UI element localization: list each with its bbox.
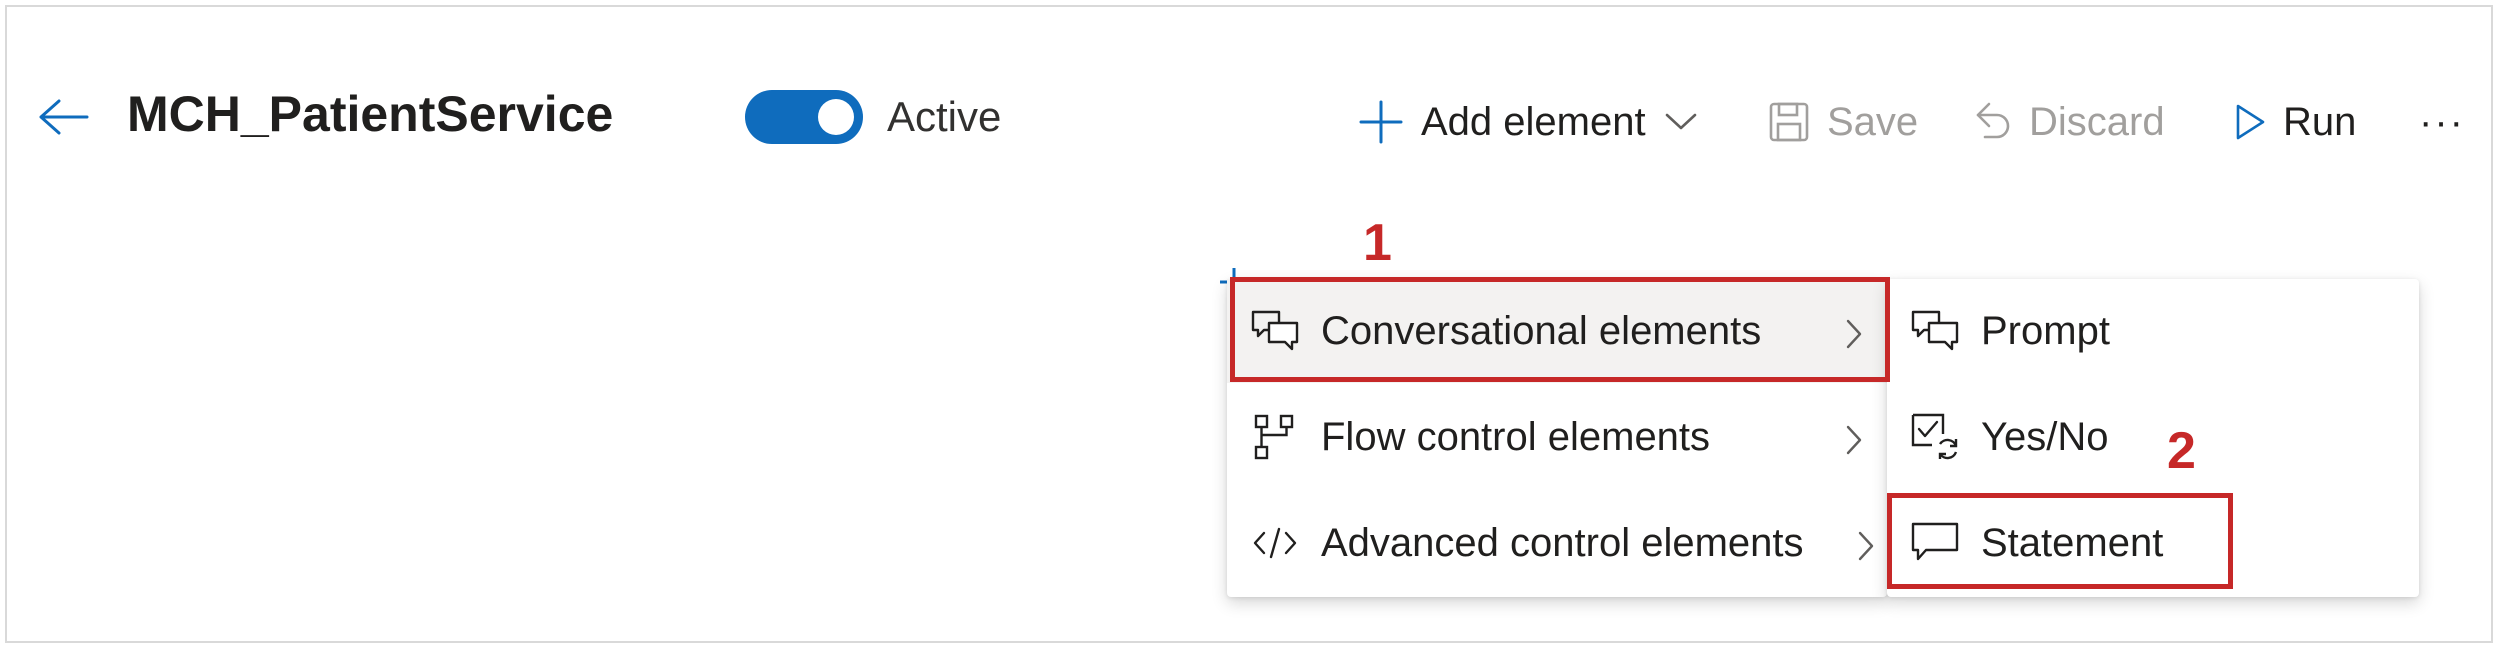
discard-label: Discard [2029, 99, 2165, 144]
undo-icon [1973, 100, 2013, 144]
plus-icon [1357, 98, 1405, 146]
app-frame: MCH_PatientService Active Add element Sa… [5, 5, 2493, 643]
save-icon [1767, 100, 1811, 144]
menu-item-label: Conversational elements [1321, 308, 1762, 353]
play-icon [2233, 102, 2267, 142]
menu-item-conversational-elements[interactable]: Conversational elements [1227, 279, 1887, 383]
submenu-item-label: Statement [1981, 520, 2164, 565]
more-icon: ··· [2419, 99, 2465, 144]
step-2-number: 2 [2167, 422, 2196, 480]
add-element-button[interactable]: Add element [1357, 95, 1698, 149]
add-element-menu: Conversational elements Flow control ele… [1227, 279, 1887, 597]
toggle-knob [818, 99, 854, 135]
add-element-label: Add element [1421, 99, 1646, 144]
chevron-down-icon [1664, 112, 1698, 132]
run-button[interactable]: Run [2233, 95, 2356, 149]
menu-item-advanced-control-elements[interactable]: Advanced control elements [1227, 491, 1887, 595]
more-options-button[interactable]: ··· [2419, 95, 2465, 149]
save-button[interactable]: Save [1767, 95, 1918, 149]
chevron-right-icon [1857, 527, 1875, 572]
menu-item-flow-control-elements[interactable]: Flow control elements [1227, 385, 1887, 489]
conversation-icon [1909, 305, 1961, 357]
code-icon [1249, 517, 1301, 569]
arrow-left-icon [37, 97, 89, 142]
run-label: Run [2283, 99, 2357, 144]
chevron-right-icon [1845, 421, 1863, 466]
submenu-item-prompt[interactable]: Prompt [1887, 279, 2419, 383]
menu-item-label: Flow control elements [1321, 414, 1711, 459]
submenu-item-yes-no[interactable]: Yes/No [1887, 385, 2419, 489]
submenu-item-statement[interactable]: Statement [1887, 491, 2419, 595]
toggle-label: Active [887, 93, 1002, 140]
save-label: Save [1827, 99, 1919, 144]
chevron-right-icon [1845, 315, 1863, 360]
submenu-item-label: Prompt [1981, 308, 2110, 353]
conversation-icon [1249, 305, 1301, 357]
page-title: MCH_PatientService [127, 86, 614, 142]
flow-icon [1249, 411, 1301, 463]
conversational-elements-submenu: Prompt Yes/No Statement [1887, 279, 2419, 597]
step-1-number: 1 [1363, 214, 1392, 272]
back-button[interactable] [35, 91, 91, 147]
discard-button[interactable]: Discard [1973, 95, 2165, 149]
checkbox-sync-icon [1909, 411, 1961, 463]
submenu-item-label: Yes/No [1981, 414, 2109, 459]
menu-item-label: Advanced control elements [1321, 520, 1804, 565]
active-toggle[interactable] [745, 90, 863, 144]
comment-icon [1909, 517, 1961, 569]
